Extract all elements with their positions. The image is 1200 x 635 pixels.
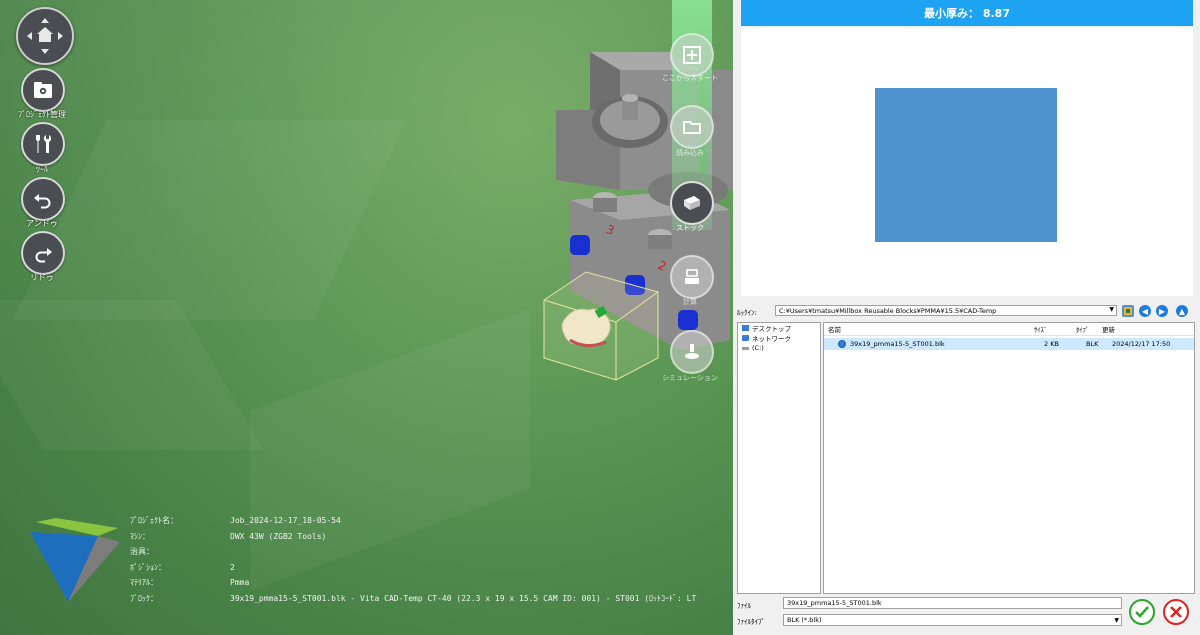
look-in-path: C:¥Users¥tmatsu¥Millbox Reusable Blocks¥… xyxy=(779,306,997,315)
view-navigation-control[interactable] xyxy=(16,7,74,65)
tool-button[interactable] xyxy=(21,122,65,166)
project-management-button[interactable] xyxy=(21,68,65,112)
stock-panel: 最小厚み： 8.87 ﾙｯｸｲﾝ: C:¥Users¥tmatsu¥Millbo… xyxy=(733,0,1200,635)
filename-input[interactable]: 39x19_pmma15-5_ST001.blk xyxy=(783,597,1122,609)
home-view-icon xyxy=(27,18,63,54)
info-project-name: ﾌﾟﾛｼﾞｪｸﾄ名： Job_2024-12-17_18-05-54 xyxy=(130,516,341,526)
stock-preview xyxy=(741,28,1193,296)
close-icon xyxy=(1170,606,1182,618)
min-thickness-header: 最小厚み： 8.87 xyxy=(741,0,1193,26)
redo-arrow-icon xyxy=(35,248,52,263)
info-machine: ﾏｼﾝ： DWX 43W (ZGB2 Tools) xyxy=(130,531,327,541)
stock-button[interactable] xyxy=(670,181,714,225)
project-info: ﾌﾟﾛｼﾞｪｸﾄ名： Job_2024-12-17_18-05-54 ﾏｼﾝ： DW… xyxy=(130,513,696,606)
file-name: 39x19_pmma15-5_ST001.blk xyxy=(850,340,945,348)
back-button[interactable]: ◀ xyxy=(1139,305,1151,317)
drive-icon xyxy=(742,346,749,350)
load-button[interactable] xyxy=(670,105,714,149)
software-logo xyxy=(30,518,120,602)
file-size: 2 KB xyxy=(1044,340,1059,348)
simulation-icon xyxy=(685,344,699,359)
simulation-label: シミュレーション xyxy=(662,374,718,382)
info-material: ﾏﾃﾘｱﾙ： Pmma xyxy=(130,578,250,588)
stock-label: ストック xyxy=(676,224,704,232)
folder-tree: デスクトップ ネットワーク (C:) xyxy=(737,322,821,594)
start-here-button[interactable] xyxy=(670,33,714,77)
tool-label: ﾂｰﾙ xyxy=(36,165,48,174)
simulation-button[interactable] xyxy=(670,330,714,374)
file-open-dialog: ﾙｯｸｲﾝ: C:¥Users¥tmatsu¥Millbox Reusable … xyxy=(733,302,1200,635)
redo-button[interactable] xyxy=(21,231,65,275)
info-jig: 治具： xyxy=(130,547,154,557)
column-date[interactable]: 更新 xyxy=(1102,324,1194,334)
filetype-value: BLK (*.blk) xyxy=(787,616,822,624)
filetype-select[interactable]: BLK (*.blk) ▼ xyxy=(783,614,1122,626)
column-name[interactable]: 名前 xyxy=(824,324,1034,334)
up-folder-button[interactable]: ▲ xyxy=(1176,305,1188,317)
column-type[interactable]: ﾀｲﾌﾟ xyxy=(1076,324,1102,334)
file-list-header: 名前 ｻｲｽﾞ ﾀｲﾌﾟ 更新 xyxy=(824,323,1194,336)
calculate-button[interactable] xyxy=(670,255,714,299)
checkmark-icon xyxy=(1135,606,1149,618)
tree-item-network[interactable]: ネットワーク xyxy=(738,333,820,343)
view-grid-icon xyxy=(1124,307,1132,315)
open-folder-icon xyxy=(683,121,701,134)
calculate-icon xyxy=(685,269,699,284)
file-list: 名前 ｻｲｽﾞ ﾀｲﾌﾟ 更新 39x19_pmma15-5_ST001.blk… xyxy=(823,322,1195,594)
undo-label: アンドゥ xyxy=(26,219,58,228)
undo-arrow-icon xyxy=(34,194,51,209)
arrow-right-icon: ▶ xyxy=(1158,306,1166,316)
file-row[interactable]: 39x19_pmma15-5_ST001.blk 2 KB BLK 2024/1… xyxy=(824,338,1194,350)
calculate-label: 計算 xyxy=(683,298,697,306)
undo-button[interactable] xyxy=(21,177,65,221)
wrench-screwdriver-icon xyxy=(36,135,52,153)
look-in-combobox[interactable]: C:¥Users¥tmatsu¥Millbox Reusable Blocks¥… xyxy=(775,305,1117,316)
filename-label: ﾌｧｲﾙ xyxy=(737,602,751,610)
arrow-up-icon: ▲ xyxy=(1178,306,1186,316)
start-here-label: ここからスタート xyxy=(662,74,718,82)
arrow-left-icon: ◀ xyxy=(1141,306,1149,316)
look-in-label: ﾙｯｸｲﾝ: xyxy=(737,309,757,317)
folder-gear-icon xyxy=(34,82,52,98)
info-position: ﾎﾟｼﾞｼｮﾝ： 2 xyxy=(130,562,235,572)
stock-shape xyxy=(875,88,1057,242)
forward-button[interactable]: ▶ xyxy=(1156,305,1168,317)
file-date: 2024/12/17 17:50 xyxy=(1112,340,1171,348)
tree-item-desktop[interactable]: デスクトップ xyxy=(738,323,820,333)
network-icon xyxy=(742,335,749,341)
cancel-button[interactable] xyxy=(1163,599,1189,625)
chevron-down-icon: ▼ xyxy=(1114,617,1119,624)
filetype-label: ﾌｧｲﾙﾀｲﾌﾟ xyxy=(737,618,765,626)
ok-button[interactable] xyxy=(1129,599,1155,625)
chevron-down-icon: ▼ xyxy=(1109,306,1114,313)
load-label: 読み込み xyxy=(676,149,704,157)
column-size[interactable]: ｻｲｽﾞ xyxy=(1034,324,1076,334)
viewport-3d[interactable]: ﾌﾟﾛｼﾞｪｸﾄ管理 ﾂｰﾙ アンドゥ リドゥ 3 2 ここからスタート 読み込… xyxy=(0,0,733,635)
redo-label: リドゥ xyxy=(30,273,54,282)
info-block: ﾌﾞﾛｯｸ： 39x19_pmma15-5_ST001.blk - Vita CA… xyxy=(130,593,697,603)
tree-item-drive-c[interactable]: (C:) xyxy=(738,343,820,353)
view-menu-button[interactable] xyxy=(1122,305,1134,317)
stock-block-icon xyxy=(684,196,700,210)
desktop-icon xyxy=(742,325,749,331)
add-square-icon xyxy=(683,46,701,64)
project-management-label: ﾌﾟﾛｼﾞｪｸﾄ管理 xyxy=(18,110,66,119)
file-type: BLK xyxy=(1086,340,1099,348)
blk-file-icon xyxy=(838,340,846,348)
